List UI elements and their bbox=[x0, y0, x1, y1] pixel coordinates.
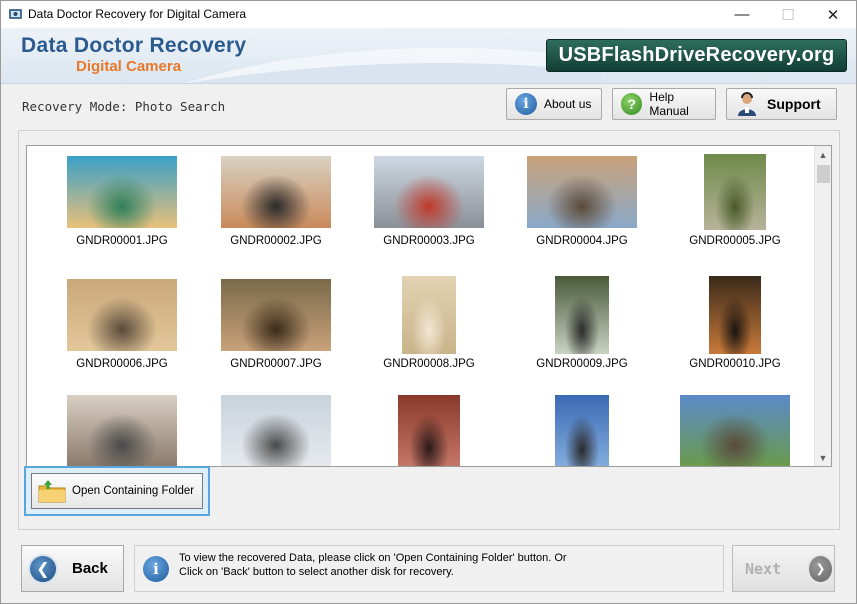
photo-thumbnail[interactable]: GNDR00008.JPG bbox=[354, 276, 504, 386]
title-bar: Data Doctor Recovery for Digital Camera … bbox=[1, 1, 856, 28]
photo-image[interactable] bbox=[374, 156, 484, 228]
photo-filename: GNDR00007.JPG bbox=[230, 358, 322, 370]
scroll-down-arrow-icon[interactable]: ▼ bbox=[815, 449, 831, 466]
maximize-button[interactable]: ☐ bbox=[765, 1, 811, 28]
minimize-button[interactable]: — bbox=[719, 1, 765, 28]
photo-filename: GNDR00001.JPG bbox=[76, 235, 168, 247]
photo-thumbnail[interactable]: GNDR00004.JPG bbox=[507, 153, 657, 263]
photo-thumbnail[interactable]: GNDR00003.JPG bbox=[354, 153, 504, 263]
next-label: Next bbox=[745, 559, 782, 578]
photo-thumbnail[interactable]: GNDR00007.JPG bbox=[201, 276, 351, 386]
photo-thumbnail[interactable]: GNDR00011.JPG bbox=[47, 395, 197, 466]
photo-image[interactable] bbox=[680, 395, 790, 466]
about-us-label: About us bbox=[544, 97, 592, 111]
support-label: Support bbox=[767, 96, 821, 112]
photo-image[interactable] bbox=[221, 395, 331, 466]
brand-title: Data Doctor Recovery bbox=[21, 34, 247, 57]
photo-image[interactable] bbox=[67, 156, 177, 228]
photo-image[interactable] bbox=[221, 279, 331, 351]
help-icon: ? bbox=[621, 93, 643, 115]
back-label: Back bbox=[72, 560, 108, 577]
photo-thumbnail[interactable]: GNDR00006.JPG bbox=[47, 276, 197, 386]
instruction-line-2: Click on 'Back' button to select another… bbox=[179, 566, 454, 578]
photo-thumbnail[interactable]: GNDR00010.JPG bbox=[660, 276, 810, 386]
folder-icon bbox=[38, 480, 66, 503]
site-badge: USBFlashDriveRecovery.org bbox=[546, 39, 847, 72]
photo-image[interactable] bbox=[67, 395, 177, 466]
photo-thumbnail[interactable]: GNDR00013.JPG bbox=[354, 395, 504, 466]
back-arrow-icon: ❮ bbox=[28, 553, 58, 584]
open-containing-folder-label: Open Containing Folder bbox=[72, 485, 195, 497]
app-icon bbox=[9, 9, 22, 19]
header-banner: Data Doctor Recovery Digital Camera USBF… bbox=[1, 28, 856, 84]
photo-filename: GNDR00004.JPG bbox=[536, 235, 628, 247]
photo-filename: GNDR00006.JPG bbox=[76, 358, 168, 370]
photo-image[interactable] bbox=[555, 395, 609, 466]
photo-image[interactable] bbox=[527, 156, 637, 228]
photo-image[interactable] bbox=[221, 156, 331, 228]
next-arrow-icon: ❯ bbox=[807, 553, 834, 584]
support-agent-icon bbox=[738, 92, 756, 116]
info-icon: i bbox=[143, 556, 169, 582]
open-containing-folder-button[interactable]: Open Containing Folder bbox=[31, 473, 203, 509]
about-us-button[interactable]: i About us bbox=[506, 88, 602, 120]
brand-subtitle: Digital Camera bbox=[76, 58, 182, 75]
photo-image[interactable] bbox=[398, 395, 460, 466]
next-button[interactable]: Next ❯ bbox=[732, 545, 835, 592]
photo-image[interactable] bbox=[709, 276, 761, 354]
window-title: Data Doctor Recovery for Digital Camera bbox=[28, 7, 247, 21]
scrollbar-thumb[interactable] bbox=[817, 165, 830, 183]
app-window: Data Doctor Recovery for Digital Camera … bbox=[0, 0, 857, 604]
photo-filename: GNDR00003.JPG bbox=[383, 235, 475, 247]
photo-filename: GNDR00010.JPG bbox=[689, 358, 781, 370]
photo-thumbnail[interactable]: GNDR00015.JPG bbox=[660, 395, 810, 466]
photo-filename: GNDR00008.JPG bbox=[383, 358, 475, 370]
help-manual-label: Help Manual bbox=[649, 90, 689, 118]
help-manual-button[interactable]: ? Help Manual bbox=[612, 88, 716, 120]
photo-thumbnail[interactable]: GNDR00005.JPG bbox=[660, 153, 810, 263]
photo-filename: GNDR00009.JPG bbox=[536, 358, 628, 370]
scroll-up-arrow-icon[interactable]: ▲ bbox=[815, 146, 831, 163]
photo-thumbnail[interactable]: GNDR00009.JPG bbox=[507, 276, 657, 386]
photo-thumbnail[interactable]: GNDR00001.JPG bbox=[47, 153, 197, 263]
photo-thumbnail[interactable]: GNDR00002.JPG bbox=[201, 153, 351, 263]
instruction-line-1: To view the recovered Data, please click… bbox=[179, 552, 567, 564]
support-button[interactable]: Support bbox=[726, 88, 837, 120]
close-button[interactable]: ✕ bbox=[810, 1, 856, 28]
photo-filename: GNDR00005.JPG bbox=[689, 235, 781, 247]
back-button[interactable]: ❮ Back bbox=[21, 545, 124, 592]
photo-image[interactable] bbox=[402, 276, 456, 354]
gallery-scrollbar[interactable]: ▲ ▼ bbox=[814, 146, 831, 466]
recovery-mode-label: Recovery Mode: Photo Search bbox=[22, 99, 226, 114]
instructions-box: i To view the recovered Data, please cli… bbox=[134, 545, 724, 592]
info-icon: i bbox=[515, 93, 537, 115]
photo-image[interactable] bbox=[67, 279, 177, 351]
photo-filename: GNDR00002.JPG bbox=[230, 235, 322, 247]
photo-image[interactable] bbox=[555, 276, 609, 354]
photo-image[interactable] bbox=[704, 154, 766, 230]
photo-thumbnail[interactable]: GNDR00014.JPG bbox=[507, 395, 657, 466]
photo-thumbnail[interactable]: GNDR00012.JPG bbox=[201, 395, 351, 466]
open-folder-focus-ring: Open Containing Folder bbox=[24, 466, 210, 516]
recovered-photo-gallery[interactable]: ▲ ▼ GNDR00001.JPG GNDR00002.JPG GNDR00003.… bbox=[26, 145, 832, 467]
